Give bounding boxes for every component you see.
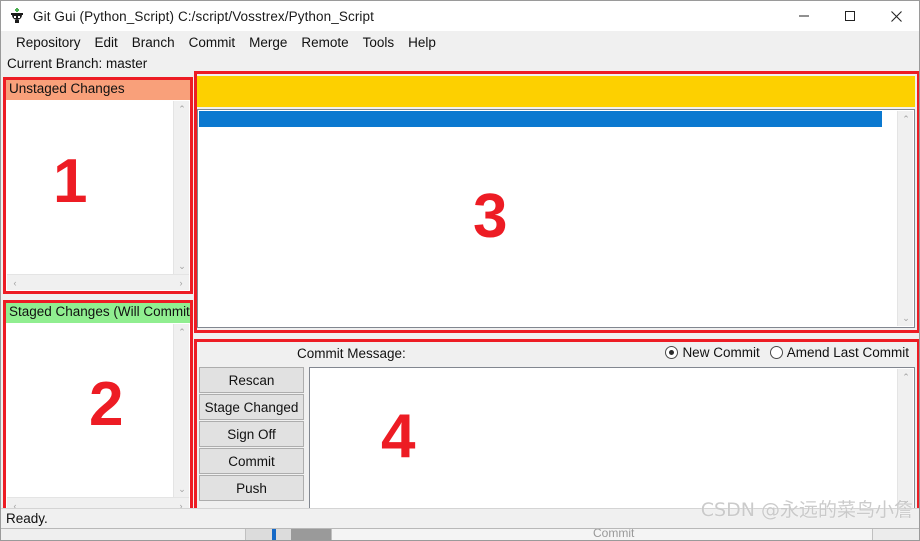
diff-file-header-bar bbox=[197, 76, 915, 107]
unstaged-vertical-scrollbar[interactable]: ⌃ ⌄ bbox=[173, 101, 189, 274]
menu-item-branch[interactable]: Branch bbox=[125, 34, 182, 51]
commit-panel-container: Commit Message: New Commit Amend Last Co… bbox=[197, 342, 917, 515]
menu-item-remote[interactable]: Remote bbox=[294, 34, 355, 51]
bg-seg-1 bbox=[1, 529, 246, 540]
commit-button[interactable]: Commit bbox=[199, 448, 304, 474]
git-gui-icon bbox=[9, 8, 25, 24]
scroll-left-icon[interactable]: ‹ bbox=[7, 275, 23, 291]
staged-changes-header: Staged Changes (Will Commit) bbox=[6, 303, 190, 323]
window-title: Git Gui (Python_Script) C:/script/Vosstr… bbox=[33, 8, 374, 24]
current-branch-label: Current Branch: master bbox=[1, 53, 919, 73]
diff-panel-container: ⌃ ⌄ bbox=[197, 74, 917, 330]
menu-item-tools[interactable]: Tools bbox=[356, 34, 402, 51]
new-commit-label[interactable]: New Commit bbox=[682, 345, 759, 360]
commit-message-vertical-scrollbar[interactable]: ⌃ ⌄ bbox=[897, 369, 913, 508]
stage-changed-button[interactable]: Stage Changed bbox=[199, 394, 304, 420]
close-button[interactable] bbox=[873, 1, 919, 31]
title-bar: Git Gui (Python_Script) C:/script/Vosstr… bbox=[1, 1, 919, 31]
unstaged-changes-panel: Unstaged Changes ⌃ ⌄ ‹ › bbox=[5, 79, 191, 292]
bg-window-commit-label: Commit bbox=[593, 528, 635, 540]
sign-off-button[interactable]: Sign Off bbox=[199, 421, 304, 447]
maximize-button[interactable] bbox=[827, 1, 873, 31]
amend-last-commit-label[interactable]: Amend Last Commit bbox=[787, 345, 909, 360]
scroll-up-icon[interactable]: ⌃ bbox=[174, 324, 190, 340]
scroll-up-icon[interactable]: ⌃ bbox=[898, 111, 914, 127]
menu-item-commit[interactable]: Commit bbox=[182, 34, 243, 51]
commit-message-label: Commit Message: bbox=[297, 346, 406, 361]
menu-item-repository[interactable]: Repository bbox=[9, 34, 88, 51]
commit-mode-radio-group: New Commit Amend Last Commit bbox=[665, 345, 915, 360]
commit-message-textarea[interactable]: ⌃ ⌄ bbox=[309, 367, 915, 510]
staged-changes-panel: Staged Changes (Will Commit) ⌃ ⌄ ‹ › bbox=[5, 302, 191, 515]
background-window-sliver: Commit bbox=[1, 528, 919, 540]
status-bar: Ready. bbox=[1, 508, 919, 528]
window-controls bbox=[781, 1, 919, 31]
menu-item-edit[interactable]: Edit bbox=[88, 34, 125, 51]
scroll-down-icon[interactable]: ⌄ bbox=[174, 481, 190, 497]
menu-item-merge[interactable]: Merge bbox=[242, 34, 294, 51]
push-button[interactable]: Push bbox=[199, 475, 304, 501]
bg-seg-accent bbox=[272, 529, 276, 540]
diff-selected-line bbox=[199, 111, 882, 127]
scroll-down-icon[interactable]: ⌄ bbox=[898, 310, 914, 326]
scroll-up-icon[interactable]: ⌃ bbox=[174, 101, 190, 117]
git-gui-window: Git Gui (Python_Script) C:/script/Vosstr… bbox=[0, 0, 920, 541]
scroll-up-icon[interactable]: ⌃ bbox=[898, 369, 914, 385]
scroll-down-icon[interactable]: ⌄ bbox=[898, 492, 914, 508]
minimize-button[interactable] bbox=[781, 1, 827, 31]
unstaged-horizontal-scrollbar[interactable]: ‹ › bbox=[7, 274, 189, 290]
menu-bar: Repository Edit Branch Commit Merge Remo… bbox=[1, 31, 919, 53]
menu-item-help[interactable]: Help bbox=[401, 34, 443, 51]
scroll-right-icon[interactable]: › bbox=[173, 275, 189, 291]
diff-vertical-scrollbar[interactable]: ⌃ ⌄ bbox=[897, 111, 913, 326]
scroll-down-icon[interactable]: ⌄ bbox=[174, 258, 190, 274]
rescan-button[interactable]: Rescan bbox=[199, 367, 304, 393]
bg-seg-3 bbox=[291, 529, 331, 540]
status-text: Ready. bbox=[6, 511, 48, 526]
new-commit-radio[interactable] bbox=[665, 346, 679, 359]
bg-seg-5 bbox=[873, 529, 919, 540]
unstaged-changes-header: Unstaged Changes bbox=[6, 80, 190, 100]
diff-text-area[interactable]: ⌃ ⌄ bbox=[197, 109, 915, 328]
amend-last-commit-radio[interactable] bbox=[769, 346, 783, 359]
staged-vertical-scrollbar[interactable]: ⌃ ⌄ bbox=[173, 324, 189, 497]
